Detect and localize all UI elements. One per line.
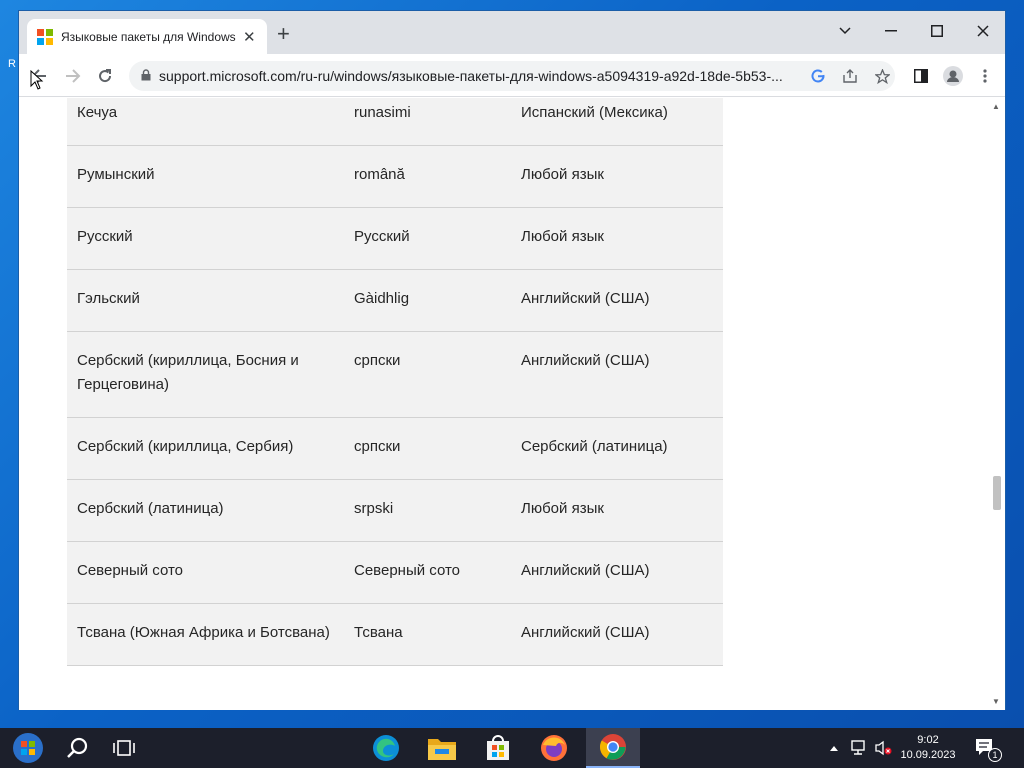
table-row: Кечуа runasimi Испанский (Мексика) — [67, 98, 723, 146]
microsoft-store-icon[interactable] — [476, 728, 520, 768]
url-text[interactable]: support.microsoft.com/ru-ru/windows/язык… — [159, 68, 799, 84]
notification-count-badge: 1 — [988, 748, 1002, 762]
taskbar: 9:02 10.09.2023 1 — [0, 728, 1024, 768]
profile-icon[interactable] — [939, 62, 967, 90]
language-name-cell: Кечуа — [67, 98, 344, 146]
language-name-cell: Румынский — [67, 145, 344, 208]
language-name-cell: Сербский (кириллица, Босния и Герцеговин… — [67, 331, 344, 418]
base-language-cell: Английский (США) — [511, 331, 723, 418]
base-language-cell: Английский (США) — [511, 603, 723, 666]
base-language-cell: Любой язык — [511, 479, 723, 542]
native-name-cell: Gàidhlig — [344, 269, 511, 332]
address-bar[interactable]: support.microsoft.com/ru-ru/windows/язык… — [129, 61, 895, 91]
browser-window: Языковые пакеты для Windows ✕ + support.… — [18, 10, 1006, 710]
firefox-icon[interactable] — [532, 728, 576, 768]
tray-expand-icon[interactable] — [826, 728, 842, 768]
table-row: Северный сото Северный сото Английский (СШ… — [67, 541, 723, 604]
system-clock[interactable]: 9:02 10.09.2023 — [896, 728, 960, 768]
network-icon[interactable] — [848, 728, 870, 768]
search-icon[interactable] — [58, 728, 98, 768]
clock-time: 9:02 — [917, 734, 939, 746]
native-name-cell: Тсвана — [344, 603, 511, 666]
base-language-cell: Английский (США) — [511, 541, 723, 604]
volume-muted-icon[interactable] — [872, 728, 894, 768]
side-panel-icon[interactable] — [907, 62, 935, 90]
file-explorer-icon[interactable] — [420, 728, 464, 768]
forward-arrow-icon[interactable] — [59, 62, 87, 90]
tab-strip: Языковые пакеты для Windows ✕ + — [19, 11, 1005, 54]
tab-language-packs[interactable]: Языковые пакеты для Windows ✕ — [27, 19, 267, 54]
desktop-icon-label-fragment: R — [8, 58, 16, 70]
table-row: Русский Русский Любой язык — [67, 207, 723, 270]
windows-logo-icon — [37, 28, 53, 45]
language-name-cell: Сербский (кириллица, Сербия) — [67, 417, 344, 480]
language-name-cell: Северный сото — [67, 541, 344, 604]
kebab-menu-icon[interactable] — [971, 62, 999, 90]
close-icon[interactable]: ✕ — [243, 28, 256, 46]
scroll-down-icon[interactable]: ▼ — [992, 697, 1000, 706]
minimize-icon[interactable] — [869, 17, 913, 45]
language-name-cell: Русский — [67, 207, 344, 270]
clock-date: 10.09.2023 — [900, 749, 956, 761]
notification-center-icon[interactable]: 1 — [968, 728, 1004, 768]
page-scrollbar[interactable]: ▲ ▼ — [988, 98, 1005, 710]
chrome-icon[interactable] — [586, 728, 640, 768]
language-name-cell: Сербский (латиница) — [67, 479, 344, 542]
native-name-cell: română — [344, 145, 511, 208]
star-icon[interactable] — [871, 65, 893, 87]
plus-icon[interactable]: + — [277, 23, 290, 45]
native-name-cell: Северный сото — [344, 541, 511, 604]
google-icon[interactable] — [807, 65, 829, 87]
tab-title: Языковые пакеты для Windows — [61, 29, 236, 44]
scroll-up-icon[interactable]: ▲ — [992, 102, 1000, 111]
scroll-thumb[interactable] — [993, 476, 1001, 510]
table-row: Румынский română Любой язык — [67, 145, 723, 208]
start-button[interactable] — [6, 728, 50, 768]
native-name-cell: srpski — [344, 479, 511, 542]
page-content: Кечуа runasimi Испанский (Мексика) Румынски… — [19, 98, 989, 710]
base-language-cell: Испанский (Мексика) — [511, 98, 723, 146]
window-close-icon[interactable] — [961, 17, 1005, 45]
language-packs-table: Кечуа runasimi Испанский (Мексика) Румынски… — [67, 98, 723, 666]
tab-search-chevron-down-icon[interactable] — [823, 17, 867, 45]
task-view-icon[interactable] — [104, 728, 144, 768]
native-name-cell: Русский — [344, 207, 511, 270]
maximize-icon[interactable] — [915, 17, 959, 45]
lock-icon[interactable] — [141, 68, 151, 84]
native-name-cell: српски — [344, 417, 511, 480]
native-name-cell: српски — [344, 331, 511, 418]
mouse-cursor-icon — [30, 69, 44, 96]
base-language-cell: Любой язык — [511, 207, 723, 270]
browser-toolbar: support.microsoft.com/ru-ru/windows/язык… — [19, 54, 1005, 97]
language-name-cell: Гэльский — [67, 269, 344, 332]
table-row: Гэльский Gàidhlig Английский (США) — [67, 269, 723, 332]
table-row: Сербский (кириллица, Босния и Герцеговин… — [67, 331, 723, 418]
base-language-cell: Любой язык — [511, 145, 723, 208]
table-row: Тсвана (Южная Африка и Ботсвана) Тсвана Ан… — [67, 603, 723, 666]
base-language-cell: Английский (США) — [511, 269, 723, 332]
language-name-cell: Тсвана (Южная Африка и Ботсвана) — [67, 603, 344, 666]
base-language-cell: Сербский (латиница) — [511, 417, 723, 480]
edge-icon[interactable] — [364, 728, 408, 768]
reload-icon[interactable] — [91, 62, 119, 90]
native-name-cell: runasimi — [344, 98, 511, 146]
table-row: Сербский (латиница) srpski Любой язык — [67, 479, 723, 542]
table-row: Сербский (кириллица, Сербия) српски Сербск… — [67, 417, 723, 480]
share-icon[interactable] — [839, 65, 861, 87]
